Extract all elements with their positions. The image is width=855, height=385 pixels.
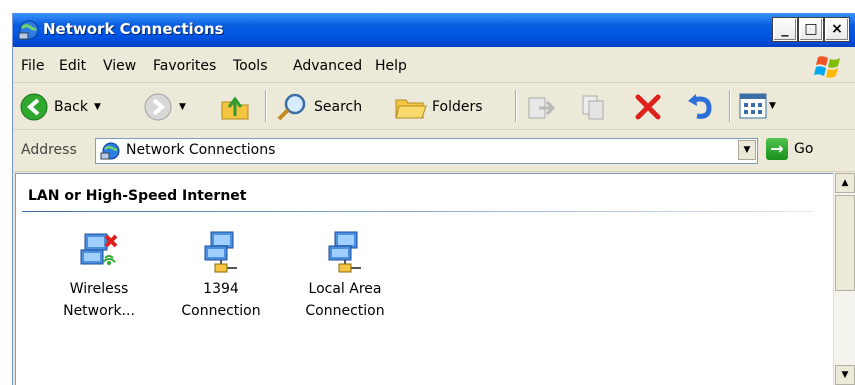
delete-icon[interactable] [633, 92, 663, 122]
menu-tools[interactable]: Tools [233, 58, 268, 74]
item-label-line2: Connection [181, 303, 261, 319]
move-to-icon[interactable] [525, 92, 557, 122]
views-icon [739, 93, 767, 119]
address-bar: Address Network Connections ▼ → Go [13, 131, 855, 172]
item-label-line1: Wireless [69, 281, 129, 297]
item-label-line1: Local Area [308, 281, 382, 297]
item-label-line2: Connection [305, 303, 385, 319]
title-bar[interactable]: Network Connections _ □ × [13, 13, 855, 47]
toolbar: Back ▼ ▼ Search Folders ▼ [13, 84, 855, 130]
copy-to-icon[interactable] [579, 92, 611, 122]
forward-arrow-icon [144, 93, 172, 121]
network-connection-icon [328, 231, 361, 273]
menu-view[interactable]: View [103, 58, 136, 74]
network-connections-icon [100, 142, 120, 160]
address-label: Address [21, 142, 77, 158]
windows-logo-icon [814, 56, 840, 78]
back-label: Back [54, 99, 88, 115]
maximize-button[interactable]: □ [798, 17, 824, 42]
minimize-button[interactable]: _ [772, 17, 798, 42]
item-label-line2: Network... [63, 303, 135, 319]
wireless-network-disconnected-icon [80, 233, 118, 265]
views-button[interactable]: ▼ [739, 93, 776, 119]
1394-connection-item[interactable]: 1394 Connection [166, 230, 276, 322]
content-pane[interactable]: LAN or High-Speed Internet Wireless Netw… [15, 173, 835, 385]
folders-label: Folders [432, 99, 483, 115]
go-arrow-icon: → [766, 138, 788, 160]
address-input[interactable]: Network Connections ▼ [95, 138, 758, 164]
local-area-connection-item[interactable]: Local Area Connection [290, 230, 400, 322]
explorer-window: Network Connections _ □ × File Edit View… [12, 13, 855, 385]
group-header: LAN or High-Speed Internet [28, 188, 247, 204]
search-label: Search [314, 99, 363, 115]
menu-help[interactable]: Help [375, 58, 407, 74]
go-label: Go [794, 141, 814, 157]
scroll-down-icon[interactable]: ▼ [835, 365, 855, 385]
item-label-line1: 1394 [203, 281, 239, 297]
folders-button[interactable]: Folders [393, 92, 483, 122]
address-value: Network Connections [126, 142, 276, 158]
scroll-thumb[interactable] [835, 195, 855, 291]
forward-button[interactable]: ▼ [143, 92, 186, 122]
back-button[interactable]: Back ▼ [19, 92, 101, 122]
up-folder-icon[interactable] [219, 92, 251, 122]
menu-favorites[interactable]: Favorites [153, 58, 216, 74]
scroll-up-icon[interactable]: ▲ [835, 173, 855, 193]
search-button[interactable]: Search [275, 91, 362, 123]
menu-advanced[interactable]: Advanced [293, 58, 362, 74]
views-dropdown-icon[interactable]: ▼ [769, 101, 776, 111]
forward-dropdown-icon[interactable]: ▼ [179, 102, 186, 112]
menu-edit[interactable]: Edit [59, 58, 86, 74]
menu-file[interactable]: File [21, 58, 44, 74]
menu-bar: File Edit View Favorites Tools Advanced … [13, 50, 855, 83]
search-icon [277, 93, 306, 121]
network-connection-icon [204, 231, 237, 273]
window-title: Network Connections [43, 20, 224, 38]
group-divider [22, 211, 812, 212]
undo-icon[interactable] [685, 92, 715, 122]
folders-icon [395, 99, 427, 119]
close-button[interactable]: × [824, 17, 850, 42]
back-dropdown-icon[interactable]: ▼ [94, 102, 101, 112]
address-dropdown-icon[interactable]: ▼ [738, 140, 756, 160]
back-arrow-icon [20, 93, 48, 121]
network-connections-icon [18, 20, 39, 40]
vertical-scrollbar[interactable]: ▲ ▼ [833, 173, 855, 385]
go-button[interactable]: → Go [766, 138, 813, 160]
wireless-network-connection-item[interactable]: Wireless Network... [44, 230, 154, 322]
